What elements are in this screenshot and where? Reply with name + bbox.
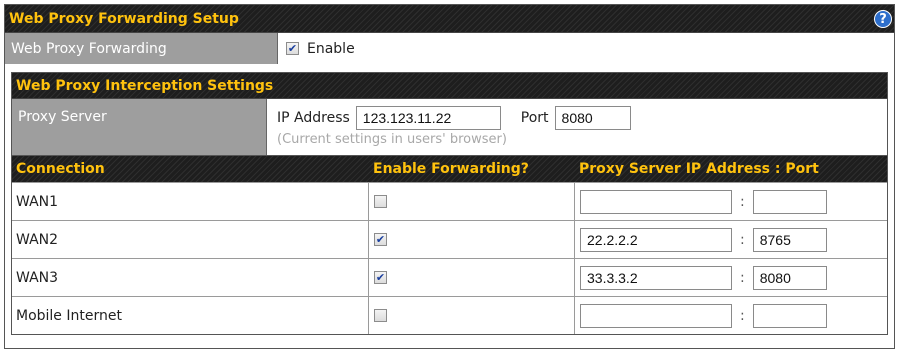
table-row: WAN3 ✔: bbox=[12, 258, 887, 296]
browser-settings-hint: (Current settings in users' browser) bbox=[277, 132, 507, 147]
help-icon[interactable]: ? bbox=[874, 10, 892, 28]
enable-forwarding-cell: ✔ bbox=[369, 221, 575, 258]
col-enable-forwarding: Enable Forwarding? bbox=[373, 161, 529, 177]
interception-header: Web Proxy Interception Settings bbox=[12, 73, 887, 99]
forwarding-row: Web Proxy Forwarding ✔ Enable bbox=[5, 33, 894, 65]
col-connection: Connection bbox=[16, 161, 105, 177]
enable-forwarding-cell bbox=[369, 183, 575, 220]
row-proxy-port-input[interactable] bbox=[752, 227, 827, 252]
enable-forwarding-cell: ✔ bbox=[369, 259, 575, 296]
row-proxy-ip-input[interactable] bbox=[580, 265, 732, 290]
connection-name: WAN1 bbox=[12, 183, 369, 220]
enable-forwarding-cell bbox=[369, 297, 575, 334]
connection-name: WAN2 bbox=[12, 221, 369, 258]
connection-name: Mobile Internet bbox=[12, 297, 369, 334]
proxy-server-label: Proxy Server bbox=[12, 99, 267, 155]
ip-port-separator: : bbox=[740, 193, 745, 210]
connection-table-header: Connection Enable Forwarding? Proxy Serv… bbox=[12, 156, 887, 182]
row-proxy-ip-input[interactable] bbox=[580, 303, 732, 328]
row-proxy-port-input[interactable] bbox=[752, 189, 827, 214]
row-proxy-ip-input[interactable] bbox=[580, 189, 732, 214]
row-proxy-port-input[interactable] bbox=[752, 303, 827, 328]
col-proxy-ip-port: Proxy Server IP Address : Port bbox=[579, 161, 819, 177]
check-icon: ✔ bbox=[287, 42, 298, 55]
forwarding-value: ✔ Enable bbox=[278, 33, 894, 64]
port-label: Port bbox=[520, 110, 549, 126]
table-row: WAN1: bbox=[12, 182, 887, 220]
ip-address-label: IP Address bbox=[277, 110, 350, 126]
forwarding-checkbox[interactable]: ✔ bbox=[374, 271, 387, 284]
table-row: WAN2 ✔: bbox=[12, 220, 887, 258]
panel-header: Web Proxy Forwarding Setup ? bbox=[5, 5, 894, 33]
enable-label: Enable bbox=[307, 40, 355, 57]
panel-title: Web Proxy Forwarding Setup bbox=[9, 10, 239, 27]
forwarding-label: Web Proxy Forwarding bbox=[5, 33, 278, 64]
row-proxy-port-input[interactable] bbox=[752, 265, 827, 290]
proxy-server-values: IP Address Port (Current settings in use… bbox=[267, 99, 887, 155]
forwarding-checkbox[interactable] bbox=[374, 195, 387, 208]
enable-forwarding-checkbox[interactable]: ✔ bbox=[286, 42, 299, 55]
forwarding-checkbox[interactable]: ✔ bbox=[374, 233, 387, 246]
proxy-ip-port-cell: : bbox=[575, 297, 887, 334]
proxy-ip-port-cell: : bbox=[575, 221, 887, 258]
connection-name: WAN3 bbox=[12, 259, 369, 296]
interception-title: Web Proxy Interception Settings bbox=[16, 77, 274, 94]
proxy-ip-input[interactable] bbox=[355, 106, 501, 130]
interception-settings-panel: Web Proxy Interception Settings Proxy Se… bbox=[11, 72, 888, 335]
ip-port-separator: : bbox=[740, 269, 745, 286]
forwarding-checkbox[interactable] bbox=[374, 309, 387, 322]
ip-port-separator: : bbox=[740, 307, 745, 324]
row-proxy-ip-input[interactable] bbox=[580, 227, 732, 252]
check-icon: ✔ bbox=[375, 271, 386, 284]
proxy-port-input[interactable] bbox=[554, 106, 631, 130]
table-row: Mobile Internet: bbox=[12, 296, 887, 334]
connection-table-body: WAN1:WAN2✔:WAN3✔:Mobile Internet: bbox=[12, 182, 887, 334]
check-icon: ✔ bbox=[375, 233, 386, 246]
web-proxy-forwarding-panel: Web Proxy Forwarding Setup ? Web Proxy F… bbox=[4, 4, 895, 349]
proxy-ip-port-cell: : bbox=[575, 259, 887, 296]
proxy-ip-port-cell: : bbox=[575, 183, 887, 220]
ip-port-separator: : bbox=[740, 231, 745, 248]
proxy-server-row: Proxy Server IP Address Port (Current se… bbox=[12, 99, 887, 156]
